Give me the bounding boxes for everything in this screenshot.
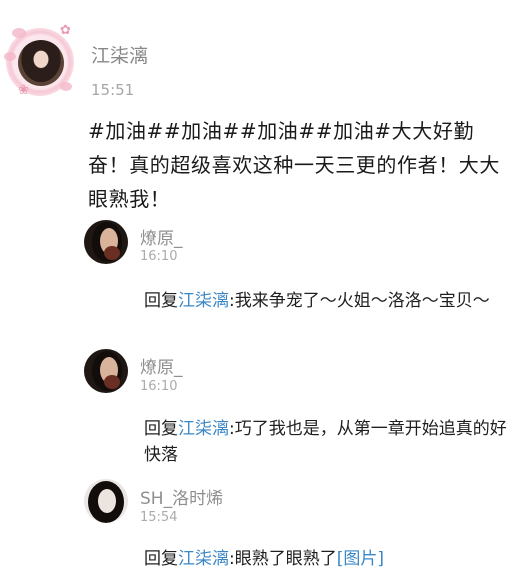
avatar[interactable]	[18, 40, 64, 86]
image-link[interactable]: [图片]	[337, 549, 384, 569]
petal-decoration	[4, 52, 16, 61]
reply-username[interactable]: 燎原_	[140, 224, 183, 249]
reply-text: 回复江柒漓:眼熟了眼熟了[图片]	[144, 546, 514, 572]
reply-avatar[interactable]	[84, 349, 128, 393]
avatar-face	[98, 489, 116, 513]
comment-timestamp: 15:51	[91, 81, 135, 99]
reply-timestamp: 16:10	[140, 379, 178, 394]
comment-text: #加油##加油##加油##加油#大大好勤奋！真的超级喜欢这种一天三更的作者！大大…	[88, 119, 500, 211]
reply-username[interactable]: 燎原_	[140, 353, 183, 378]
reply-text: 回复江柒漓:巧了我也是，从第一章开始追真的好快落	[144, 416, 514, 468]
mention-link[interactable]: 江柒漓	[178, 549, 229, 569]
reply-body: :我来争宠了～火姐～洛洛～宝贝～	[229, 291, 490, 311]
flower-icon: ❀	[18, 83, 29, 98]
mention-link[interactable]: 江柒漓	[178, 419, 229, 439]
reply-prefix: 回复	[144, 419, 178, 439]
reply-timestamp: 16:10	[140, 249, 178, 264]
reply-prefix: 回复	[144, 291, 178, 311]
petal-decoration	[12, 28, 26, 38]
avatar-frame[interactable]: ✿ ❀	[4, 22, 80, 100]
comment-username[interactable]: 江柒漓	[91, 41, 148, 68]
reply-prefix: 回复	[144, 549, 178, 569]
avatar-detail	[104, 375, 120, 389]
reply-avatar[interactable]	[84, 220, 128, 264]
petal-decoration	[60, 82, 72, 91]
reply-avatar[interactable]	[84, 479, 128, 523]
flower-icon: ✿	[60, 23, 71, 38]
avatar-detail	[104, 246, 120, 260]
reply-timestamp: 15:54	[140, 510, 178, 525]
reply-body: :眼熟了眼熟了	[229, 549, 337, 569]
reply-text: 回复江柒漓:我来争宠了～火姐～洛洛～宝贝～	[144, 288, 514, 314]
mention-link[interactable]: 江柒漓	[178, 291, 229, 311]
reply-username[interactable]: SH_洛时烯	[140, 484, 223, 509]
